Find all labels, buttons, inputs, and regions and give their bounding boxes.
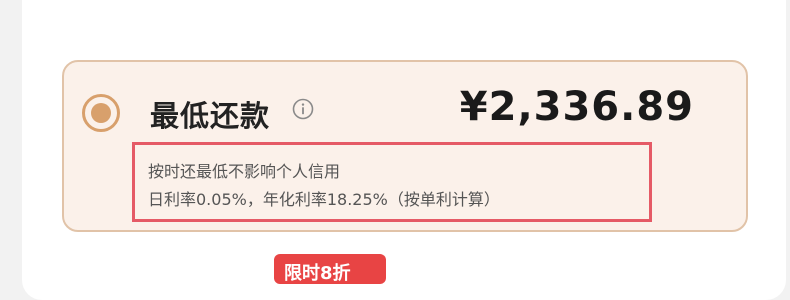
description-credit-note: 按时还最低不影响个人信用: [148, 162, 341, 181]
option-title: 最低还款: [150, 99, 271, 133]
info-icon[interactable]: [292, 98, 314, 120]
radio-selected-dot: [91, 103, 111, 123]
promo-badge-label: 限时8折: [284, 263, 351, 284]
option-radio[interactable]: [82, 94, 120, 132]
repayment-amount: ¥2,336.89: [459, 84, 694, 130]
description-highlight-box: [132, 142, 652, 222]
description-interest-rate: 日利率0.05%，年化利率18.25%（按单利计算）: [148, 190, 500, 209]
minimum-repayment-option[interactable]: 最低还款 ¥2,336.89 按时还最低不影响个人信用 日利率0.05%，年化利…: [62, 60, 748, 232]
promo-badge: 限时8折: [274, 254, 386, 284]
